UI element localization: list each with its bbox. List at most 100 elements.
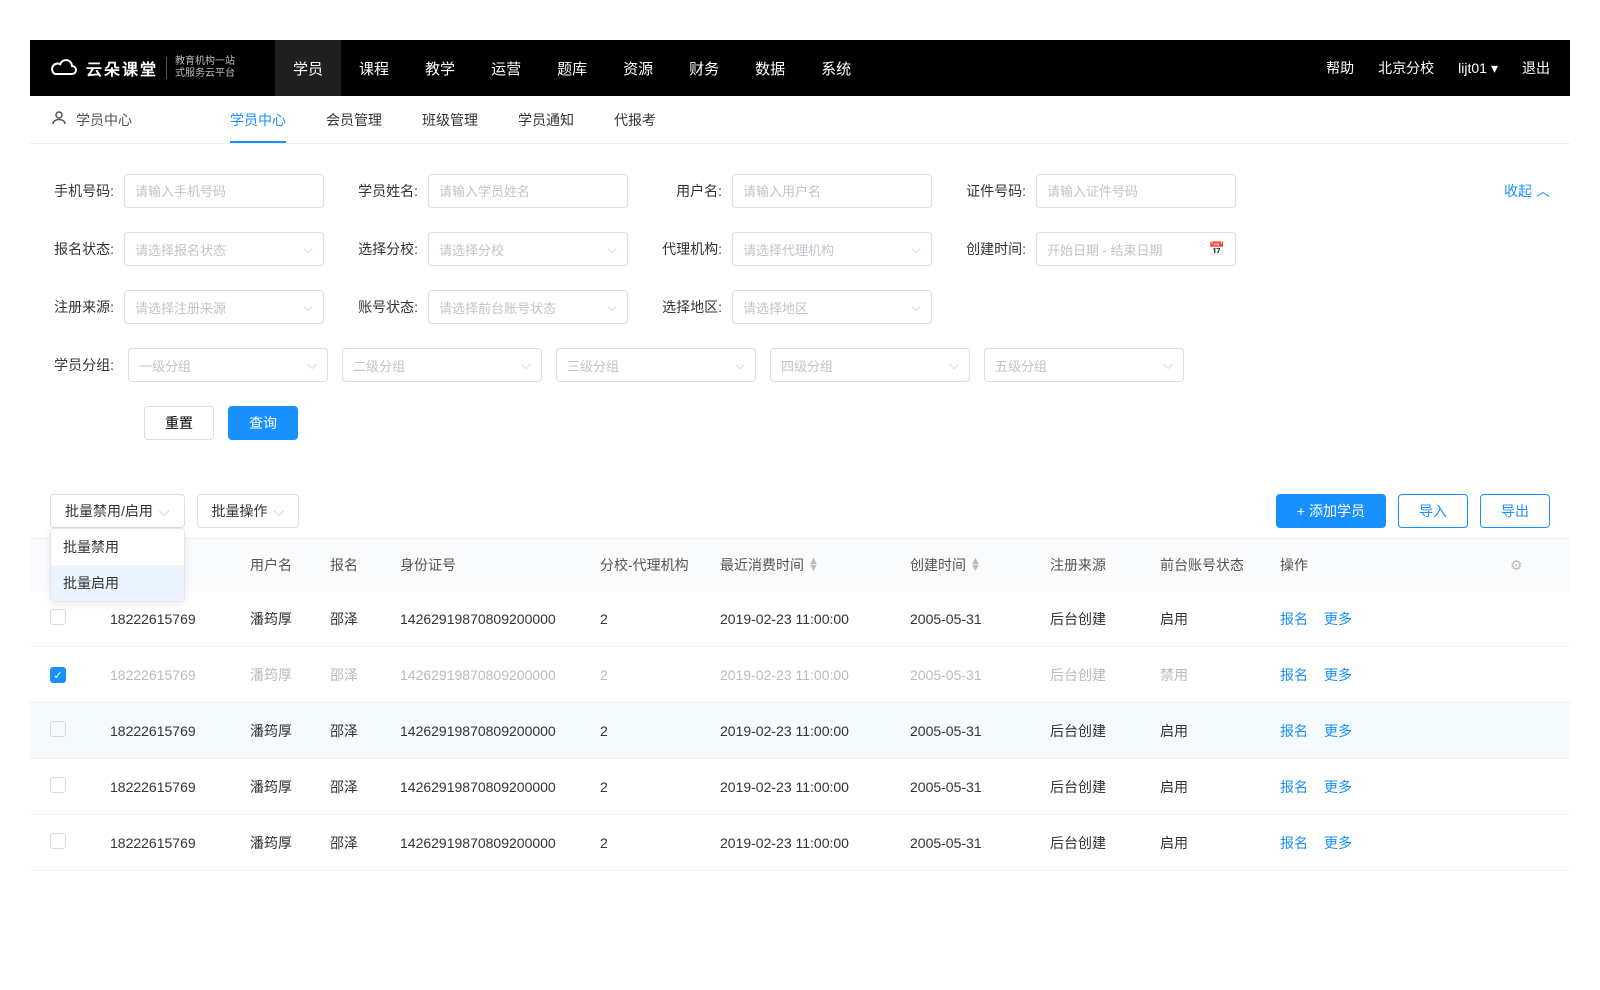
filter-region: 选择地区: 请选择地区⌵ xyxy=(658,290,932,324)
table-header-col-7[interactable]: 创建时间▲▼ xyxy=(910,555,1050,575)
action-enroll-link[interactable]: 报名 xyxy=(1280,611,1308,627)
menu-item-batch-disable[interactable]: 批量禁用 xyxy=(51,529,184,565)
subnav-tab-4[interactable]: 代报考 xyxy=(614,96,656,143)
row-checkbox[interactable] xyxy=(50,777,66,793)
cell-idno: 14262919870809200000 xyxy=(400,779,556,795)
idno-input[interactable] xyxy=(1036,174,1236,208)
table-body: 18222615769潘筠厚邵泽142629198708092000002201… xyxy=(30,591,1570,871)
topnav-tab-3[interactable]: 运营 xyxy=(473,40,539,96)
user-menu[interactable]: lijt01 ▾ xyxy=(1458,60,1498,77)
cell-idno: 14262919870809200000 xyxy=(400,723,556,739)
toolbar-right: + 添加学员 导入 导出 xyxy=(1276,494,1550,528)
phone-input[interactable] xyxy=(124,174,324,208)
user-name: lijt01 xyxy=(1458,60,1487,76)
cell-created-time: 2005-05-31 xyxy=(910,611,982,627)
filter-enroll-state-label: 报名状态: xyxy=(50,239,114,259)
subnav-tab-2[interactable]: 班级管理 xyxy=(422,96,478,143)
batch-toggle-dropdown[interactable]: 批量禁用/启用 ⌵ xyxy=(50,494,185,528)
topnav-tab-2[interactable]: 教学 xyxy=(407,40,473,96)
acct-state-select[interactable]: 请选择前台账号状态⌵ xyxy=(428,290,628,324)
action-more-link[interactable]: 更多 xyxy=(1324,667,1352,683)
topnav-tab-0[interactable]: 学员 xyxy=(275,40,341,96)
topnav-tab-7[interactable]: 数据 xyxy=(737,40,803,96)
table-header-col-8: 注册来源 xyxy=(1050,555,1160,575)
topnav-tab-6[interactable]: 财务 xyxy=(671,40,737,96)
logout-link[interactable]: 退出 xyxy=(1522,58,1550,78)
topnav-tab-1[interactable]: 课程 xyxy=(341,40,407,96)
cell-enroll: 邵泽 xyxy=(330,667,358,683)
chevron-down-icon: ⌵ xyxy=(911,241,921,257)
row-checkbox[interactable] xyxy=(50,721,66,737)
username-input[interactable] xyxy=(732,174,932,208)
logo-sub-line2: 式服务云平台 xyxy=(175,68,235,80)
chevron-down-icon: ⌵ xyxy=(303,299,313,315)
action-more-link[interactable]: 更多 xyxy=(1324,835,1352,851)
batch-toggle-label: 批量禁用/启用 xyxy=(65,501,153,521)
group-select-2[interactable]: 二级分组⌵ xyxy=(342,348,542,382)
enroll-state-select[interactable]: 请选择报名状态⌵ xyxy=(124,232,324,266)
sub-nav: 学员中心 学员中心会员管理班级管理学员通知代报考 xyxy=(30,96,1570,144)
action-enroll-link[interactable]: 报名 xyxy=(1280,723,1308,739)
help-link[interactable]: 帮助 xyxy=(1326,58,1354,78)
export-button[interactable]: 导出 xyxy=(1480,494,1550,528)
reset-button[interactable]: 重置 xyxy=(144,406,214,440)
create-time-range[interactable]: 开始日期 - 结束日期📅 xyxy=(1036,232,1236,266)
action-more-link[interactable]: 更多 xyxy=(1324,723,1352,739)
action-enroll-link[interactable]: 报名 xyxy=(1280,667,1308,683)
import-button[interactable]: 导入 xyxy=(1398,494,1468,528)
add-student-button[interactable]: + 添加学员 xyxy=(1276,494,1386,528)
cell-branch: 2 xyxy=(600,723,608,739)
collapse-filters-link[interactable]: 收起 ︿ xyxy=(1504,181,1550,201)
table-header-col-9: 前台账号状态 xyxy=(1160,555,1280,575)
action-more-link[interactable]: 更多 xyxy=(1324,779,1352,795)
cell-phone: 18222615769 xyxy=(110,611,196,627)
chevron-down-icon: ⌵ xyxy=(949,357,959,373)
batch-ops-label: 批量操作 xyxy=(212,501,268,521)
search-button[interactable]: 查询 xyxy=(228,406,298,440)
filter-name-label: 学员姓名: xyxy=(354,181,418,201)
table-row: 18222615769潘筠厚邵泽142629198708092000002201… xyxy=(30,815,1570,871)
group-select-4[interactable]: 四级分组⌵ xyxy=(770,348,970,382)
menu-item-batch-enable[interactable]: 批量启用 xyxy=(51,565,184,601)
subnav-tab-3[interactable]: 学员通知 xyxy=(518,96,574,143)
table-header-col-6[interactable]: 最近消费时间▲▼ xyxy=(720,555,910,575)
topnav-tab-8[interactable]: 系统 xyxy=(803,40,869,96)
reg-src-select[interactable]: 请选择注册来源⌵ xyxy=(124,290,324,324)
action-enroll-link[interactable]: 报名 xyxy=(1280,835,1308,851)
filter-branch: 选择分校: 请选择分校⌵ xyxy=(354,232,628,266)
table-row: ✓18222615769潘筠厚邵泽14262919870809200000220… xyxy=(30,647,1570,703)
chevron-down-icon: ⌵ xyxy=(911,299,921,315)
region-select[interactable]: 请选择地区⌵ xyxy=(732,290,932,324)
name-input[interactable] xyxy=(428,174,628,208)
chevron-down-icon: ⌵ xyxy=(607,299,617,315)
table-header: 用户名报名身份证号分校-代理机构最近消费时间▲▼创建时间▲▼注册来源前台账号状态… xyxy=(30,539,1570,591)
group-select-3[interactable]: 三级分组⌵ xyxy=(556,348,756,382)
cloud-logo-icon xyxy=(50,58,78,78)
action-more-link[interactable]: 更多 xyxy=(1324,611,1352,627)
top-nav: 云朵课堂 教育机构一站 式服务云平台 学员课程教学运营题库资源财务数据系统 帮助… xyxy=(30,40,1570,96)
sort-icon: ▲▼ xyxy=(808,558,819,571)
row-checkbox[interactable] xyxy=(50,833,66,849)
filter-row-5: 重置 查询 xyxy=(50,406,1550,440)
group-select-5[interactable]: 五级分组⌵ xyxy=(984,348,1184,382)
gear-icon[interactable]: ⚙ xyxy=(1510,557,1523,574)
row-checkbox[interactable]: ✓ xyxy=(50,667,66,683)
filter-acct-state: 账号状态: 请选择前台账号状态⌵ xyxy=(354,290,628,324)
agency-select[interactable]: 请选择代理机构⌵ xyxy=(732,232,932,266)
batch-ops-dropdown[interactable]: 批量操作 ⌵ xyxy=(197,494,300,528)
filter-row-1: 手机号码: 学员姓名: 用户名: 证件号码: 收起 ︿ xyxy=(50,174,1550,208)
topnav-tab-4[interactable]: 题库 xyxy=(539,40,605,96)
subnav-tab-1[interactable]: 会员管理 xyxy=(326,96,382,143)
filter-create-time-label: 创建时间: xyxy=(962,239,1026,259)
branch-switcher[interactable]: 北京分校 xyxy=(1378,58,1434,78)
sort-icon: ▲▼ xyxy=(970,558,981,571)
subnav-tab-0[interactable]: 学员中心 xyxy=(230,96,286,143)
row-checkbox[interactable] xyxy=(50,609,66,625)
table-header-col-2: 用户名 xyxy=(250,555,330,575)
branch-select[interactable]: 请选择分校⌵ xyxy=(428,232,628,266)
topnav-tab-5[interactable]: 资源 xyxy=(605,40,671,96)
group-select-1[interactable]: 一级分组⌵ xyxy=(128,348,328,382)
action-enroll-link[interactable]: 报名 xyxy=(1280,779,1308,795)
filter-region-label: 选择地区: xyxy=(658,297,722,317)
logo-area: 云朵课堂 教育机构一站 式服务云平台 xyxy=(50,56,235,80)
